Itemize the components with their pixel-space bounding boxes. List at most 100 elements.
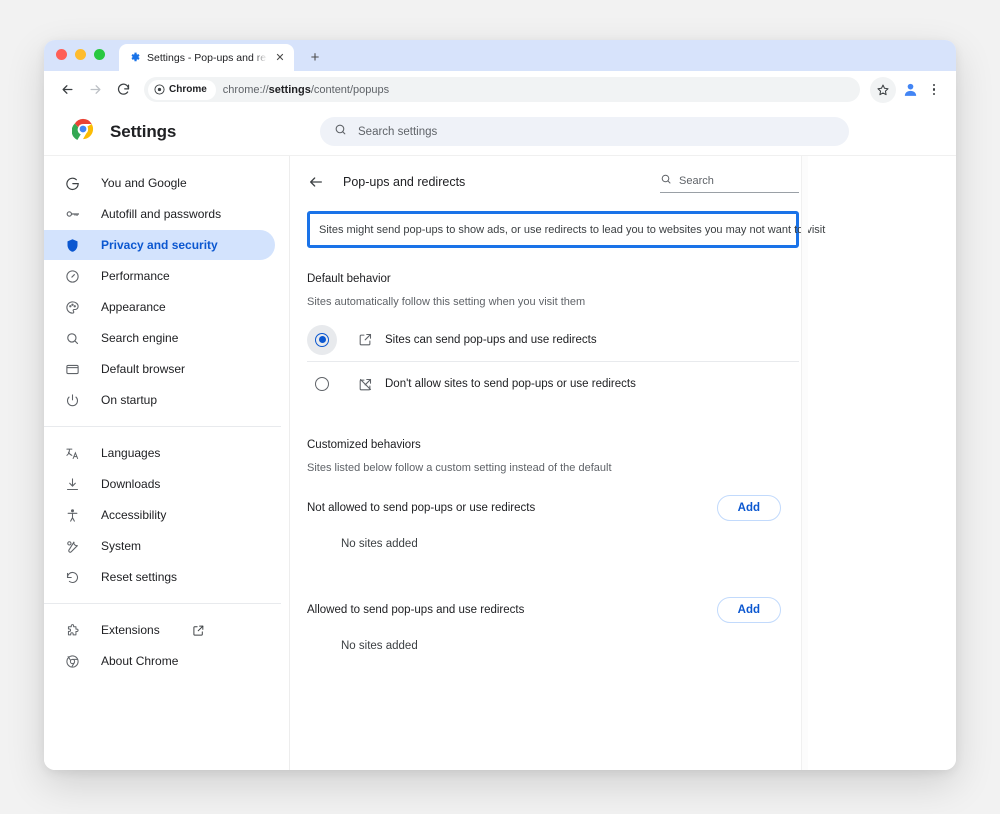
sidebar-item-accessibility[interactable]: Accessibility (44, 500, 275, 530)
close-tab-icon[interactable]: ✕ (273, 51, 287, 65)
new-tab-button[interactable]: + (306, 48, 324, 66)
add-blocked-site-button[interactable]: Add (716, 495, 781, 521)
sidebar-label: You and Google (101, 176, 187, 190)
radio-button-block[interactable] (307, 369, 337, 399)
sidebar-label: Privacy and security (101, 238, 218, 252)
sidebar-divider (44, 426, 281, 427)
forward-button[interactable] (82, 77, 108, 103)
browser-tab[interactable]: Settings - Pop-ups and redir ✕ (119, 44, 294, 71)
sidebar-divider (44, 603, 281, 604)
url-suffix: /content/popups (310, 83, 390, 96)
settings-brand: Settings (64, 118, 310, 145)
sidebar-item-search-engine[interactable]: Search engine (44, 323, 275, 353)
reload-button[interactable] (110, 77, 136, 103)
blocked-list-empty-text: No sites added (341, 538, 418, 550)
allowed-list-empty-text: No sites added (341, 640, 418, 652)
sidebar-label: System (101, 539, 142, 553)
shield-icon (64, 237, 81, 254)
power-icon (64, 392, 81, 409)
chrome-origin-chip: Chrome (148, 79, 216, 100)
sidebar-label: Autofill and passwords (101, 207, 222, 221)
settings-sidebar: You and Google Autofill and passwords Pr… (44, 156, 290, 770)
search-icon (334, 123, 347, 141)
profile-avatar[interactable] (898, 78, 922, 102)
sidebar-label: Extensions (101, 623, 160, 637)
sidebar-item-appearance[interactable]: Appearance (44, 292, 275, 322)
sidebar-item-languages[interactable]: Languages (44, 438, 275, 468)
browser-menu-button[interactable] (924, 83, 944, 96)
open-in-new-icon (357, 331, 374, 348)
radio-button-allow[interactable] (307, 324, 337, 355)
blocked-list-label: Not allowed to send pop-ups or use redir… (307, 502, 536, 514)
sidebar-item-default-browser[interactable]: Default browser (44, 354, 275, 384)
back-button[interactable] (54, 77, 80, 103)
radio-option-block[interactable]: Don't allow sites to send pop-ups or use… (307, 362, 799, 406)
sidebar-label: Languages (101, 446, 161, 460)
content-search-input[interactable]: Search (660, 172, 799, 193)
puzzle-icon (64, 622, 81, 639)
chrome-chip-label: Chrome (169, 84, 207, 95)
sidebar-item-you-and-google[interactable]: You and Google (44, 168, 275, 198)
sidebar-item-performance[interactable]: Performance (44, 261, 275, 291)
sidebar-item-reset-settings[interactable]: Reset settings (44, 562, 275, 592)
address-bar[interactable]: Chrome chrome://settings/content/popups (144, 77, 860, 102)
add-allowed-site-button[interactable]: Add (716, 597, 781, 623)
minimize-window-button[interactable] (75, 48, 86, 60)
search-placeholder: Search settings (358, 125, 438, 138)
search-icon (64, 330, 81, 347)
radio-option-allow[interactable]: Sites can send pop-ups and use redirects (307, 318, 799, 362)
info-banner-text: Sites might send pop-ups to show ads, or… (319, 223, 826, 236)
radio-label-allow: Sites can send pop-ups and use redirects (385, 333, 597, 346)
maximize-window-button[interactable] (94, 48, 105, 60)
default-behavior-title: Default behavior (307, 273, 391, 285)
wrench-icon (64, 538, 81, 555)
browser-window: Settings - Pop-ups and redir ✕ + Chrome … (44, 40, 956, 770)
translate-icon (64, 445, 81, 462)
sidebar-item-system[interactable]: System (44, 531, 275, 561)
settings-header: Settings Search settings (44, 108, 956, 156)
sidebar-label: Reset settings (101, 570, 178, 584)
search-input[interactable]: Search settings (320, 117, 849, 146)
open-in-new-icon (192, 624, 205, 637)
speedometer-icon (64, 268, 81, 285)
sidebar-item-on-startup[interactable]: On startup (44, 385, 275, 415)
radio-label-block: Don't allow sites to send pop-ups or use… (385, 378, 636, 390)
sidebar-item-about-chrome[interactable]: About Chrome (44, 646, 275, 676)
sidebar-label: About Chrome (101, 654, 179, 668)
content-search-placeholder: Search (679, 174, 714, 187)
sidebar-item-extensions[interactable]: Extensions (44, 615, 275, 645)
chrome-icon (154, 84, 165, 95)
back-arrow-icon[interactable] (307, 173, 325, 191)
info-banner: Sites might send pop-ups to show ads, or… (307, 211, 825, 248)
sidebar-item-autofill-and-passwords[interactable]: Autofill and passwords (44, 199, 275, 229)
reset-icon (64, 569, 81, 586)
blocked-list-row: Not allowed to send pop-ups or use redir… (307, 487, 799, 529)
sidebar-label: Accessibility (101, 508, 167, 522)
url-text: chrome://settings/content/popups (223, 84, 389, 96)
close-window-button[interactable] (56, 48, 67, 60)
default-behavior-subtitle: Sites automatically follow this setting … (307, 296, 586, 308)
chrome-icon (64, 653, 81, 670)
sidebar-label: Search engine (101, 331, 179, 345)
open-in-new-off-icon (357, 376, 374, 393)
content-scrollbar[interactable] (801, 156, 808, 770)
search-icon (660, 172, 672, 190)
sidebar-item-downloads[interactable]: Downloads (44, 469, 275, 499)
sidebar-label: On startup (101, 393, 158, 407)
allowed-list-label: Allowed to send pop-ups and use redirect… (307, 604, 525, 616)
content-pane: Pop-ups and redirects Search Sites might… (290, 156, 956, 770)
browser-toolbar: Chrome chrome://settings/content/popups (44, 71, 956, 108)
url-bold-part: settings (268, 83, 311, 96)
tab-title: Settings - Pop-ups and redir (147, 51, 267, 64)
customized-behaviors-subtitle: Sites listed below follow a custom setti… (307, 462, 612, 474)
sidebar-label: Appearance (101, 300, 166, 314)
sidebar-label: Default browser (101, 362, 186, 376)
sidebar-label: Performance (101, 269, 170, 283)
content-header: Pop-ups and redirects Search (307, 168, 799, 196)
content-page-title: Pop-ups and redirects (343, 175, 466, 189)
window-icon (64, 361, 81, 378)
bookmark-star-icon[interactable] (870, 76, 896, 103)
tab-strip: Settings - Pop-ups and redir ✕ + (44, 40, 956, 71)
sidebar-item-privacy-and-security[interactable]: Privacy and security (44, 230, 275, 260)
allowed-list-row: Allowed to send pop-ups and use redirect… (307, 589, 799, 631)
